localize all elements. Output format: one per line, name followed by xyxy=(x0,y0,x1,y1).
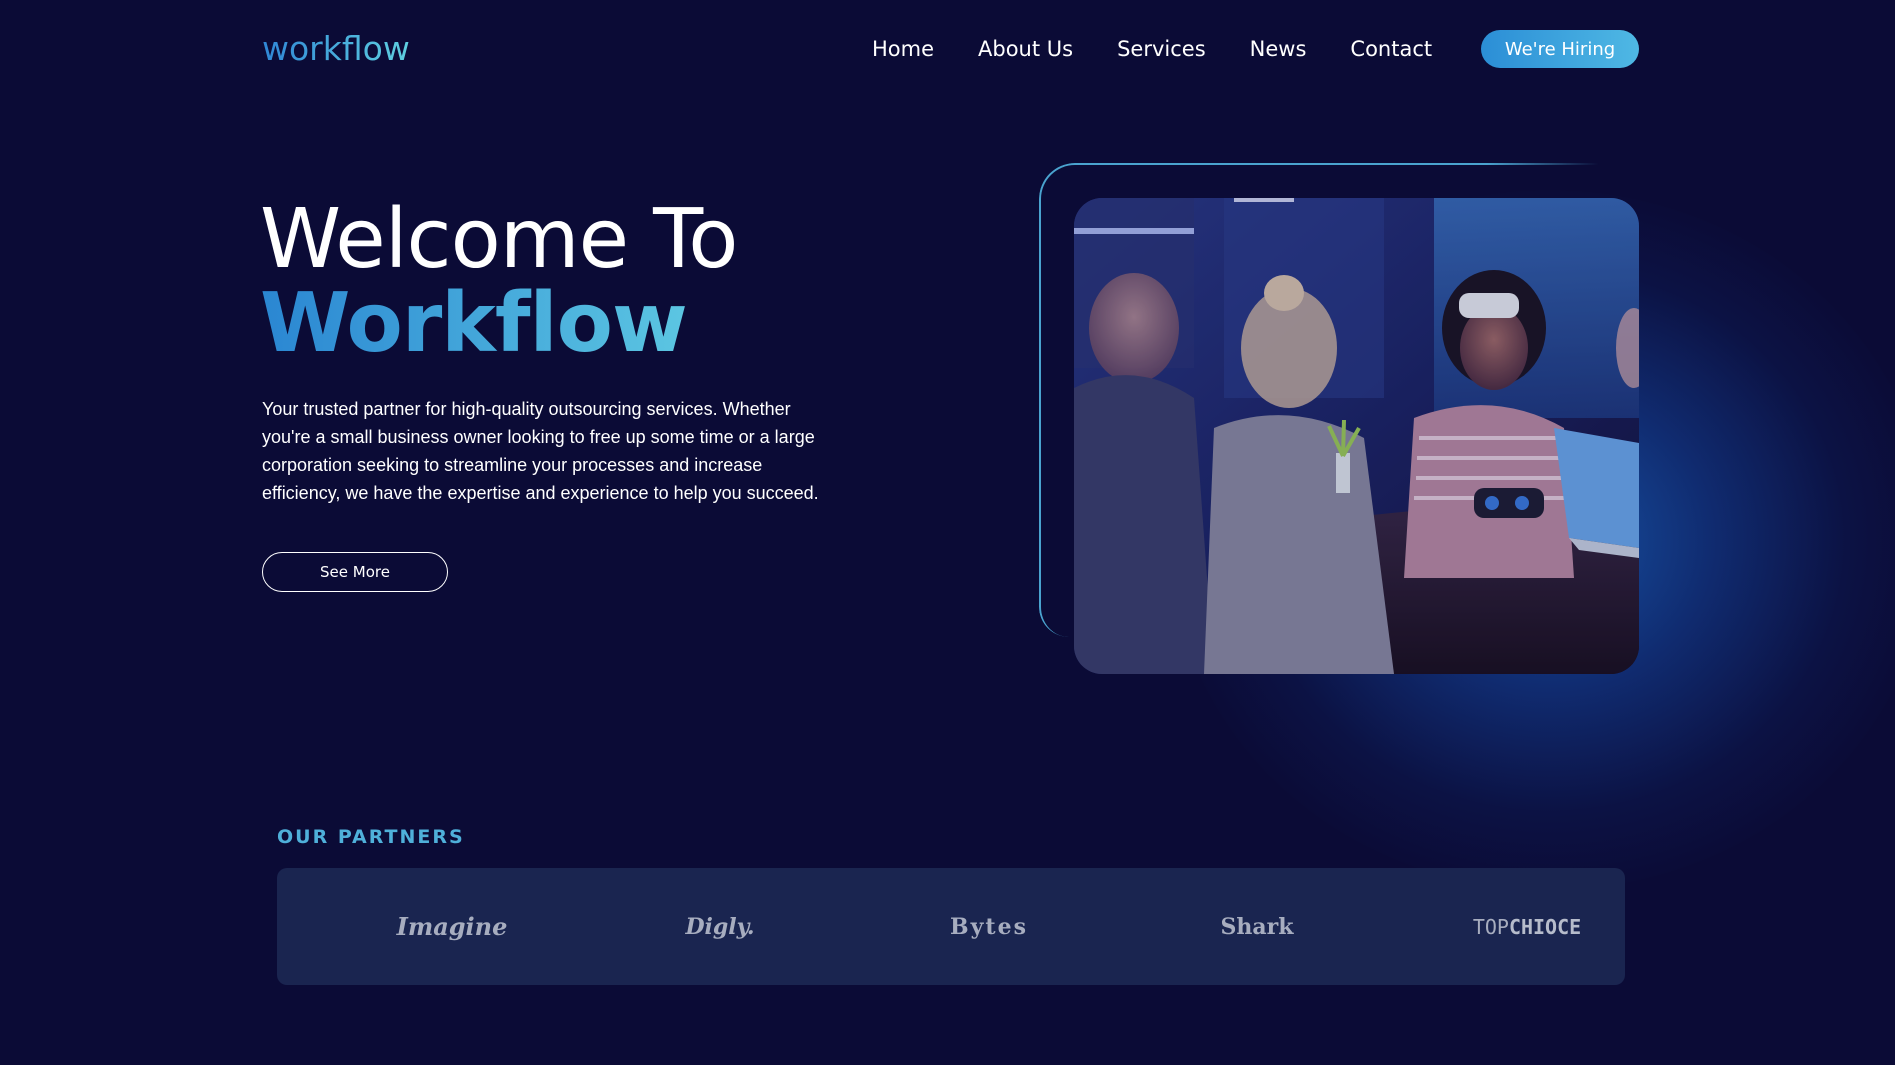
logo[interactable]: workflow xyxy=(262,28,432,70)
partners-heading: OUR PARTNERS xyxy=(277,826,465,848)
partner-logo-imagine[interactable]: Imagine xyxy=(377,868,527,985)
partner-logo-topchoice-part1: TOP xyxy=(1472,914,1509,939)
nav-item-home[interactable]: Home xyxy=(872,37,934,61)
nav-item-news[interactable]: News xyxy=(1250,37,1307,61)
page: workflow Home About Us Services News Con… xyxy=(0,0,1895,1065)
nav-item-contact[interactable]: Contact xyxy=(1350,37,1432,61)
partner-logo-shark[interactable]: Shark xyxy=(1182,868,1332,985)
logo-text: workflow xyxy=(262,29,410,68)
hero-description: Your trusted partner for high-quality ou… xyxy=(262,399,819,503)
partner-logo-digly[interactable]: Digly. xyxy=(645,868,795,985)
hero-team-photo xyxy=(1074,198,1639,674)
see-more-button[interactable]: See More xyxy=(262,552,448,592)
nav-item-services[interactable]: Services xyxy=(1117,37,1206,61)
partners-panel: Imagine Digly. Bytes Shark TOP CHIOCE xyxy=(277,868,1625,985)
partner-logo-topchoice-part2: CHIOCE xyxy=(1508,914,1582,939)
partner-logo-bytes[interactable]: Bytes xyxy=(914,868,1064,985)
main-nav: Home About Us Services News Contact xyxy=(872,30,1476,68)
hiring-button[interactable]: We're Hiring xyxy=(1481,30,1639,68)
hero-title-line2: Workflow xyxy=(260,274,688,374)
nav-item-about-us[interactable]: About Us xyxy=(978,37,1073,61)
partner-logo-topchoice[interactable]: TOP CHIOCE xyxy=(1447,868,1607,985)
